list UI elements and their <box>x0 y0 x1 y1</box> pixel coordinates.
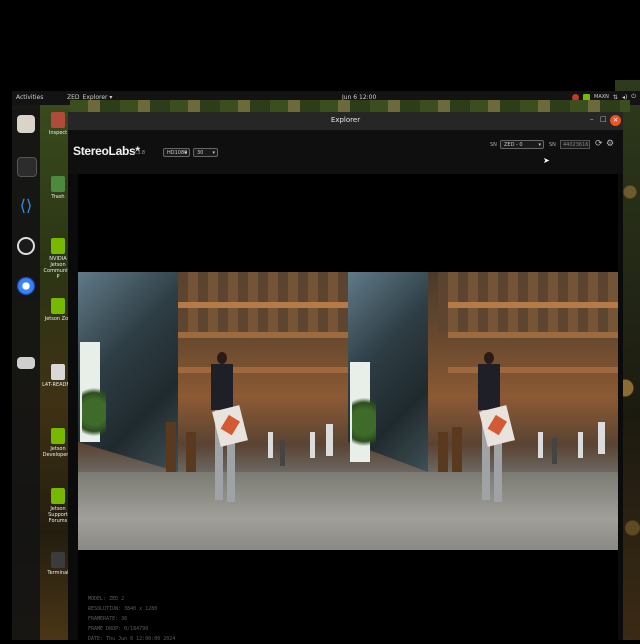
tree <box>82 382 106 442</box>
info-line: RESOLUTION: 3840 x 1280 <box>88 606 158 612</box>
inspect-icon <box>51 112 65 128</box>
chevron-down-icon: ▾ <box>184 150 187 156</box>
refresh-icon[interactable]: ⟳ <box>595 139 603 149</box>
obs-icon[interactable] <box>17 237 35 255</box>
maximize-button[interactable]: □ <box>600 115 607 123</box>
background-person <box>598 422 605 454</box>
person-body <box>211 364 233 410</box>
stereolabs-logo: StereoLabs* <box>73 144 140 158</box>
chevron-down-icon: ▾ <box>538 142 541 148</box>
tree <box>352 392 376 452</box>
terminal-icon[interactable] <box>17 157 37 177</box>
nvidia-link-icon <box>51 428 65 444</box>
camera-info-panel: MODEL: ZED 2 RESOLUTION: 3840 x 1280 FRA… <box>88 594 175 644</box>
chevron-down-icon: ▾ <box>212 150 215 156</box>
nvidia-link-icon <box>51 488 65 504</box>
balcony <box>168 332 348 338</box>
camera-select[interactable]: ZED - 0 ▾ <box>500 140 544 149</box>
nvidia-link-icon <box>51 238 65 254</box>
info-line: FRAME DROP: 0/184790 <box>88 626 149 632</box>
info-line: MODEL: ZED 2 <box>88 596 125 602</box>
balcony <box>448 332 618 338</box>
window-title: Explorer <box>330 116 361 124</box>
window-titlebar[interactable]: Explorer – □ × <box>68 112 623 130</box>
vscode-icon[interactable]: ⟨⟩ <box>17 197 35 215</box>
background-person <box>552 438 557 464</box>
info-line: DATE: Thu Jun 6 12:00:00 2024 <box>88 636 176 642</box>
nvidia-link-icon <box>51 298 65 314</box>
settings-icon[interactable]: ⚙ <box>606 139 614 149</box>
serial-field[interactable]: 44023616 <box>560 140 590 149</box>
version-label: v.3.8 <box>133 150 146 156</box>
left-camera-view[interactable] <box>78 272 348 550</box>
person-body <box>478 364 500 410</box>
explorer-window: Explorer – □ × StereoLabs* v.3.8 HD1080 … <box>68 112 623 642</box>
wallpaper-strip <box>70 100 630 112</box>
background-person <box>578 432 583 458</box>
background-person <box>280 440 285 466</box>
drive-icon[interactable] <box>17 357 35 369</box>
video-viewer[interactable]: MODEL: ZED 2 RESOLUTION: 3840 x 1280 FRA… <box>78 174 618 642</box>
dock: ⟨⟩ <box>12 105 40 640</box>
floor <box>78 472 348 550</box>
serial-label: SN <box>549 142 556 148</box>
person-head <box>484 352 494 364</box>
close-button[interactable]: × <box>610 115 621 126</box>
balcony <box>168 367 348 373</box>
background-person <box>538 432 543 458</box>
camera-select-label: SN <box>490 142 497 148</box>
info-line: FRAMERATE: 30 <box>88 616 128 622</box>
mouse-cursor: ➤ <box>543 156 550 165</box>
balcony <box>448 367 618 373</box>
power-icon[interactable]: ⏻ <box>631 93 636 101</box>
background-person <box>268 432 273 458</box>
background-person <box>326 424 333 456</box>
trash-icon <box>51 176 65 192</box>
toolbar: StereoLabs* v.3.8 HD1080 ▾ 30 ▾ SN ZED -… <box>68 130 623 174</box>
minimize-button[interactable]: – <box>590 115 594 123</box>
fps-select[interactable]: 30 ▾ <box>193 148 218 157</box>
activities-button[interactable]: Activities <box>16 94 43 101</box>
chromium-icon[interactable] <box>17 277 35 295</box>
right-camera-view[interactable] <box>348 272 618 550</box>
background-person <box>310 432 315 458</box>
balcony <box>448 302 618 308</box>
document-icon <box>51 364 65 380</box>
files-icon[interactable] <box>17 115 35 133</box>
balcony <box>168 302 348 308</box>
terminal-icon <box>51 552 65 568</box>
person-head <box>217 352 227 364</box>
resolution-select[interactable]: HD1080 ▾ <box>163 148 190 157</box>
